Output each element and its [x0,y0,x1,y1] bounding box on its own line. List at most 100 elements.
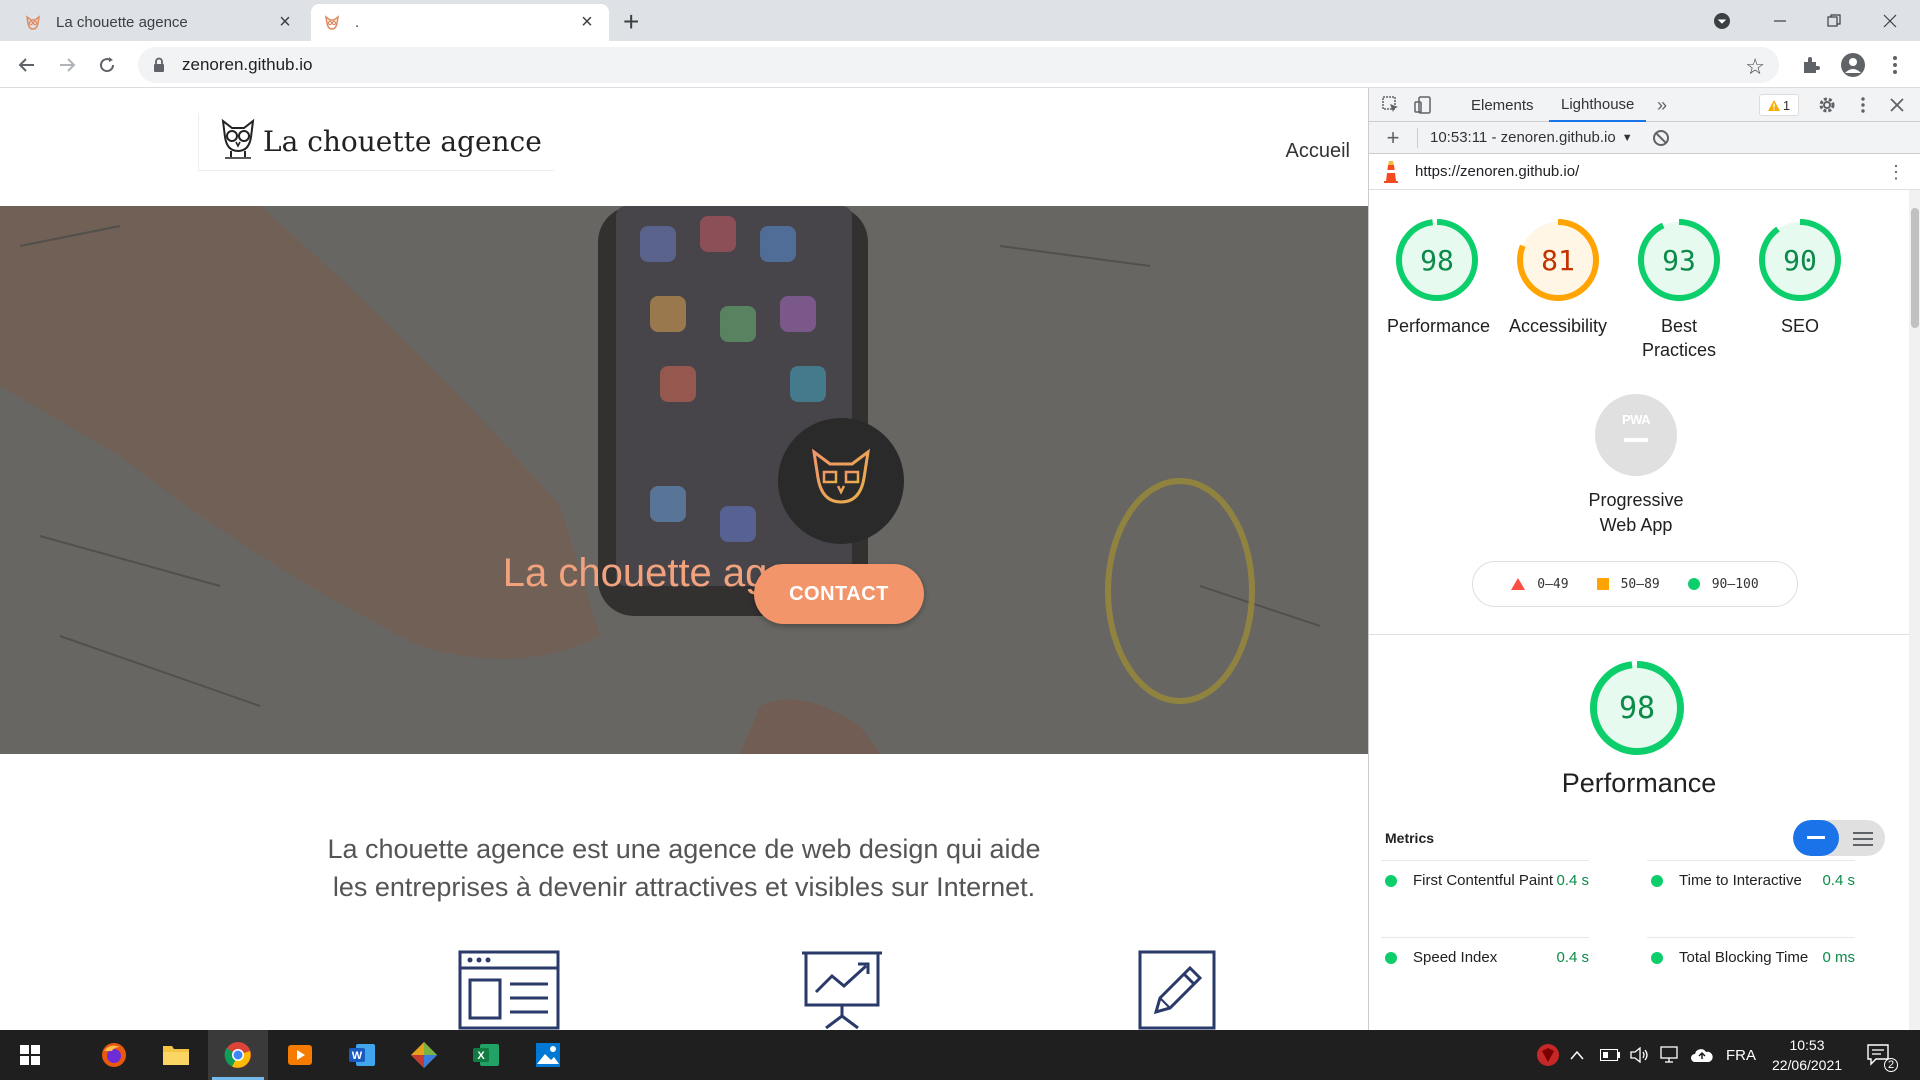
scrollbar-thumb[interactable] [1911,208,1919,328]
restore-icon[interactable] [1806,0,1862,41]
metric-speed-index: Speed Index 0.4 s [1381,937,1589,977]
browser-tab-1[interactable]: La chouette agence × [12,4,307,41]
more-tabs-icon[interactable]: » [1657,88,1667,122]
metrics-view-toggle[interactable] [1793,820,1885,856]
tab-lighthouse[interactable]: Lighthouse [1549,88,1647,122]
site-logo[interactable]: La chouette agence [198,113,554,171]
device-toolbar-icon[interactable] [1413,96,1433,114]
close-tab-icon[interactable]: × [275,11,295,34]
score-gauge-best-practices[interactable]: 93 Best Practices [1629,218,1729,362]
word-icon[interactable]: W [332,1030,392,1080]
triangle-icon [1511,578,1526,590]
extensions-icon[interactable] [1796,51,1826,79]
metric-time-to-interactive: Time to Interactive 0.4 s [1647,860,1855,900]
browser-tab-strip: La chouette agence × . × + [0,0,1920,41]
legend-average: 50–89 [1596,576,1660,592]
inspect-element-icon[interactable] [1381,96,1401,114]
new-report-icon[interactable]: + [1381,125,1405,151]
pwa-badge-text: PWA [1621,412,1651,427]
new-tab-button[interactable]: + [623,6,639,38]
profile-avatar-icon[interactable] [1838,51,1868,79]
reload-icon[interactable] [93,51,121,79]
score-value: 93 [1662,243,1696,277]
system-clock[interactable]: 10:53 22/06/2021 [1762,1035,1852,1075]
score-gauge-accessibility[interactable]: 81 Accessibility [1508,218,1608,338]
network-icon[interactable] [1660,1030,1682,1080]
tab-search-icon[interactable] [1694,0,1750,41]
circle-icon [1687,578,1700,590]
report-menu-icon[interactable]: ⋮ [1887,162,1905,183]
expanded-view-icon[interactable] [1853,832,1873,846]
chrome-icon[interactable] [208,1030,268,1080]
antivirus-tray-icon[interactable] [1536,1030,1560,1080]
firefox-icon[interactable] [84,1030,144,1080]
pwa-label: Progressive Web App [1588,490,1684,535]
volume-icon[interactable] [1630,1030,1650,1080]
pwa-badge[interactable]: PWA Progressive Web App [1551,394,1721,538]
score-label: SEO [1780,316,1819,336]
close-tab-icon[interactable]: × [577,11,597,34]
warnings-badge[interactable]: 1 [1759,94,1799,116]
legend-fail: 0–49 [1511,577,1569,592]
back-icon[interactable] [13,51,41,79]
onedrive-cloud-icon[interactable] [1690,1030,1714,1080]
score-gauge-seo[interactable]: 90 SEO [1750,218,1850,338]
metric-value: 0.4 s [1822,872,1855,889]
forward-icon[interactable] [53,51,81,79]
report-selector[interactable]: 10:53:11 - zenoren.github.io [1430,129,1616,146]
nav-link-accueil[interactable]: Accueil [1286,140,1350,163]
tab-title: La chouette agence [56,14,188,31]
photos-icon[interactable] [518,1030,578,1080]
pass-dot-icon [1385,951,1397,964]
file-explorer-icon[interactable] [146,1030,206,1080]
hero-section: La chouette agence. CONTACT [0,206,1368,754]
legend-range: 50–89 [1620,576,1660,592]
dropdown-arrow-icon[interactable]: ▼ [1622,132,1633,144]
close-devtools-icon[interactable] [1887,96,1907,114]
bookmark-star-icon[interactable]: ☆ [1745,54,1765,80]
minimize-icon[interactable] [1752,0,1808,41]
owl-favicon-icon [323,14,341,32]
browser-toolbar: zenoren.github.io ☆ [0,41,1920,88]
metric-name: Total Blocking Time [1679,949,1809,966]
web-page-layout-icon [458,950,560,1030]
excel-icon[interactable]: X [456,1030,516,1080]
warning-count: 1 [1782,97,1791,113]
devtools-scrollbar[interactable] [1909,190,1920,1030]
score-gauge-performance[interactable]: 98 Performance [1387,218,1490,338]
browser-menu-icon[interactable] [1880,51,1910,79]
windows-start-icon[interactable] [0,1030,60,1080]
input-language[interactable]: FRA [1726,1030,1756,1080]
compact-view-icon [1807,836,1825,839]
clock-date: 22/06/2021 [1771,1057,1843,1073]
devtools-menu-icon[interactable] [1853,96,1873,114]
pwa-dash [1624,438,1648,442]
performance-gauge-large: 98 [1589,660,1685,756]
notifications-icon[interactable]: 2 [1866,1030,1898,1080]
lighthouse-logo-icon [1383,160,1399,183]
tab-elements[interactable]: Elements [1471,88,1534,122]
intro-text: La chouette agence est une agence de web… [0,830,1368,906]
git-client-icon[interactable] [394,1030,454,1080]
close-window-icon[interactable] [1862,0,1918,41]
address-bar[interactable]: zenoren.github.io ☆ [138,47,1779,83]
lock-icon [152,57,166,73]
browser-tab-2[interactable]: . × [311,4,609,41]
page-viewport: La chouette agence Accueil La chouette a… [0,88,1368,1030]
battery-icon[interactable] [1600,1030,1620,1080]
presentation-chart-icon [800,950,884,1030]
media-player-icon[interactable] [270,1030,330,1080]
warning-icon [1767,99,1780,111]
score-legend: 0–49 50–89 90–100 [1472,561,1798,607]
toggle-compact-view[interactable] [1793,820,1839,856]
performance-heading: Performance [1561,768,1717,798]
clear-reports-icon[interactable] [1652,129,1669,146]
settings-gear-icon[interactable] [1817,96,1837,114]
separator [1417,127,1418,148]
show-hidden-icons-icon[interactable] [1570,1030,1584,1080]
intro-line: les entreprises à devenir attractives et… [332,872,1036,902]
audited-url[interactable]: https://zenoren.github.io/ [1415,163,1579,180]
pass-dot-icon [1385,874,1397,887]
devtools-tab-bar: Elements Lighthouse » 1 [1369,88,1920,122]
contact-button[interactable]: CONTACT [754,564,924,624]
